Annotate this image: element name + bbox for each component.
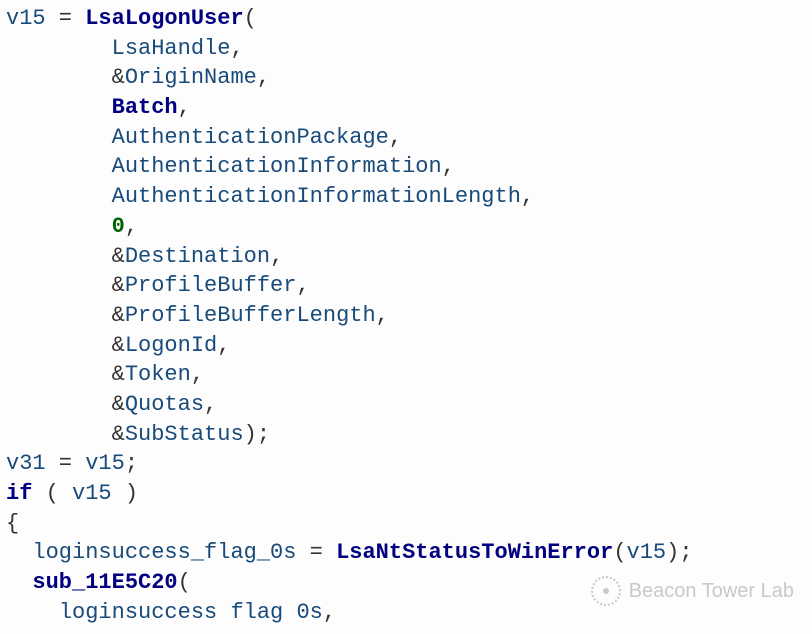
code-block: v15 = LsaLogonUser( LsaHandle, &OriginNa…	[0, 0, 812, 627]
